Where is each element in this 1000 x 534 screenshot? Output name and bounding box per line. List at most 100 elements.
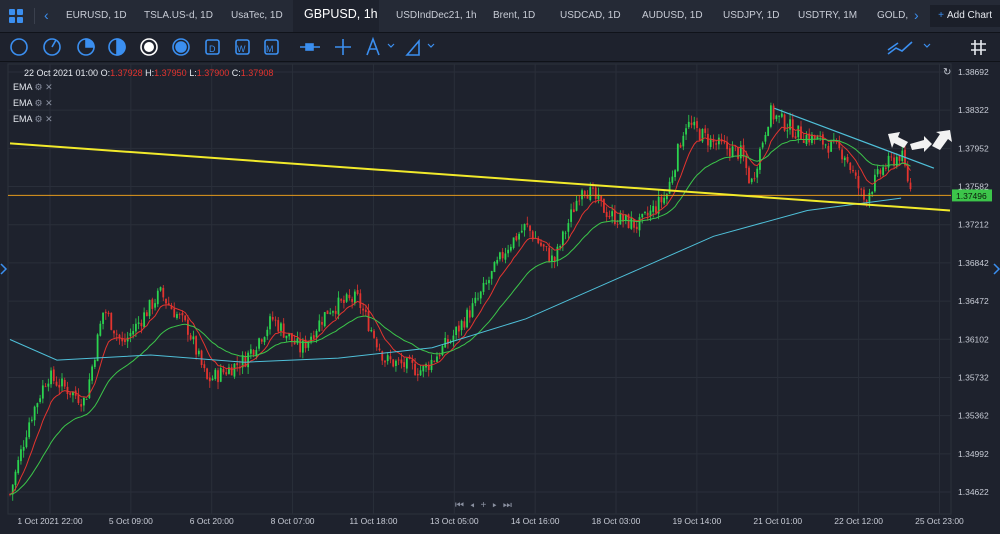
candle-body [41, 385, 44, 399]
candle-body [151, 299, 154, 309]
indicator-settings-icon[interactable]: ⚙ ✕ [35, 98, 53, 108]
candle-body [192, 336, 195, 340]
candle-body [189, 335, 192, 340]
tab-gbpusd[interactable]: GBPUSD, 1h [304, 7, 378, 21]
candle-body [58, 384, 61, 388]
candle-body [214, 369, 217, 380]
indicator-settings-icon[interactable]: ⚙ ✕ [35, 82, 53, 92]
half-circle-tool-icon[interactable] [108, 38, 126, 56]
candle-body [479, 291, 482, 299]
candle-body [745, 156, 748, 169]
tab-eurusd[interactable]: EURUSD, 1D [66, 10, 127, 21]
layout-grid-icon[interactable] [9, 9, 23, 23]
weekly-calendar-icon[interactable]: W [235, 39, 250, 55]
candle-body [433, 361, 436, 362]
ruler-tool-icon[interactable] [405, 38, 435, 56]
tabs-scroll-right-icon[interactable]: › [914, 7, 919, 23]
indicator-row-1[interactable]: EMA ⚙ ✕ [13, 82, 53, 93]
indicator-row-3[interactable]: EMA ⚙ ✕ [13, 114, 53, 125]
candle-body [247, 352, 250, 368]
candle-body [846, 156, 849, 162]
candle-body [321, 321, 323, 325]
candle-body [356, 290, 359, 294]
candle-body [570, 209, 572, 222]
monthly-calendar-icon[interactable]: M [264, 39, 279, 55]
refresh-icon[interactable]: ↻ [943, 67, 951, 78]
tab-usdjpy[interactable]: USDJPY, 1D [723, 10, 780, 21]
chart-navigation[interactable]: ⏮◂+▸⏭ [455, 500, 518, 511]
candle-body [556, 246, 559, 261]
candle-body [370, 330, 373, 332]
candle-body [830, 140, 833, 152]
nav-prev-icon[interactable]: ◂ [470, 500, 481, 511]
x-tick-label: 1 Oct 2021 22:00 [17, 516, 82, 526]
candle-body [499, 252, 501, 260]
candle-body [693, 121, 696, 126]
panel-collapse-icon[interactable] [993, 262, 1000, 276]
candle-body [668, 181, 671, 194]
daily-calendar-icon[interactable]: D [205, 39, 220, 55]
candle-body [780, 113, 783, 117]
nav-next-icon[interactable]: ▸ [492, 500, 503, 511]
candle-body [318, 320, 321, 332]
candle-body [222, 369, 225, 373]
candle-body [474, 297, 477, 304]
indicator-settings-icon[interactable]: ⚙ ✕ [35, 114, 53, 124]
circle-tool-icon[interactable] [10, 38, 28, 56]
tabs-scroll-left-icon[interactable]: ‹ [44, 7, 49, 23]
tab-audusd[interactable]: AUDUSD, 1D [642, 10, 703, 21]
candle-body [611, 211, 614, 217]
candle-body [567, 223, 570, 232]
candle-body [485, 282, 488, 284]
candle-body [47, 383, 50, 387]
candle-body [63, 379, 66, 387]
tab-usatec[interactable]: UsaTec, 1D [231, 10, 283, 21]
candle-body [225, 372, 228, 375]
candle-body [646, 212, 649, 216]
candle-body [145, 312, 148, 317]
candle-body [315, 330, 318, 338]
candle-body [868, 192, 871, 202]
zoom-in-icon[interactable]: + [481, 500, 493, 511]
plus-icon: + [938, 10, 944, 21]
tab-usdind[interactable]: USDIndDec21, 1h [396, 10, 477, 21]
add-chart-button[interactable]: + Add Chart [930, 5, 1000, 27]
tab-usdtry[interactable]: USDTRY, 1M [798, 10, 857, 21]
tab-brent[interactable]: Brent, 1D [493, 10, 535, 21]
record-tool-icon[interactable] [172, 38, 190, 56]
nav-first-icon[interactable]: ⏮ [455, 500, 470, 511]
settings-grid-icon[interactable] [971, 40, 986, 55]
candle-body [208, 377, 211, 382]
x-tick-label: 18 Oct 03:00 [592, 516, 641, 526]
text-annotation-icon[interactable] [366, 36, 395, 56]
pie-chart-tool-icon[interactable] [77, 38, 95, 56]
candle-body [403, 362, 406, 368]
candle-body [282, 323, 285, 338]
candle-body [93, 360, 96, 367]
quarter-circle-tool-icon[interactable] [43, 38, 61, 56]
crosshair-icon[interactable] [335, 39, 351, 55]
timeframe-1h-icon[interactable] [140, 38, 158, 56]
tab-usdcad[interactable]: USDCAD, 1D [560, 10, 621, 21]
horizontal-line-tool-icon[interactable] [300, 43, 320, 51]
last-price-label: 1.37496 [956, 191, 987, 201]
candle-body [14, 471, 17, 485]
candle-body [104, 311, 107, 314]
y-tick-label: 1.36842 [958, 258, 989, 268]
candle-body [77, 394, 80, 404]
candle-body [96, 334, 99, 362]
price-chart[interactable]: 1.37496 1.38692 1.38322 1.37952 1.37582 1.37… [0, 62, 1000, 534]
candle-body [17, 460, 20, 474]
candle-body [523, 223, 526, 231]
chart-canvas[interactable]: 1.37496 1.38692 1.38322 1.37952 1.37582 1.37… [0, 62, 1000, 534]
candle-body [655, 206, 657, 213]
tab-gold[interactable]: GOLD, [877, 10, 908, 21]
candle-body [660, 196, 663, 203]
indicator-row-2[interactable]: EMA ⚙ ✕ [13, 98, 53, 109]
candle-body [490, 271, 493, 279]
indicators-icon[interactable] [887, 41, 931, 55]
nav-last-icon[interactable]: ⏭ [503, 500, 518, 511]
panel-expand-icon[interactable] [0, 262, 8, 276]
candle-body [728, 148, 731, 157]
tab-tsla[interactable]: TSLA.US-d, 1D [144, 10, 213, 21]
